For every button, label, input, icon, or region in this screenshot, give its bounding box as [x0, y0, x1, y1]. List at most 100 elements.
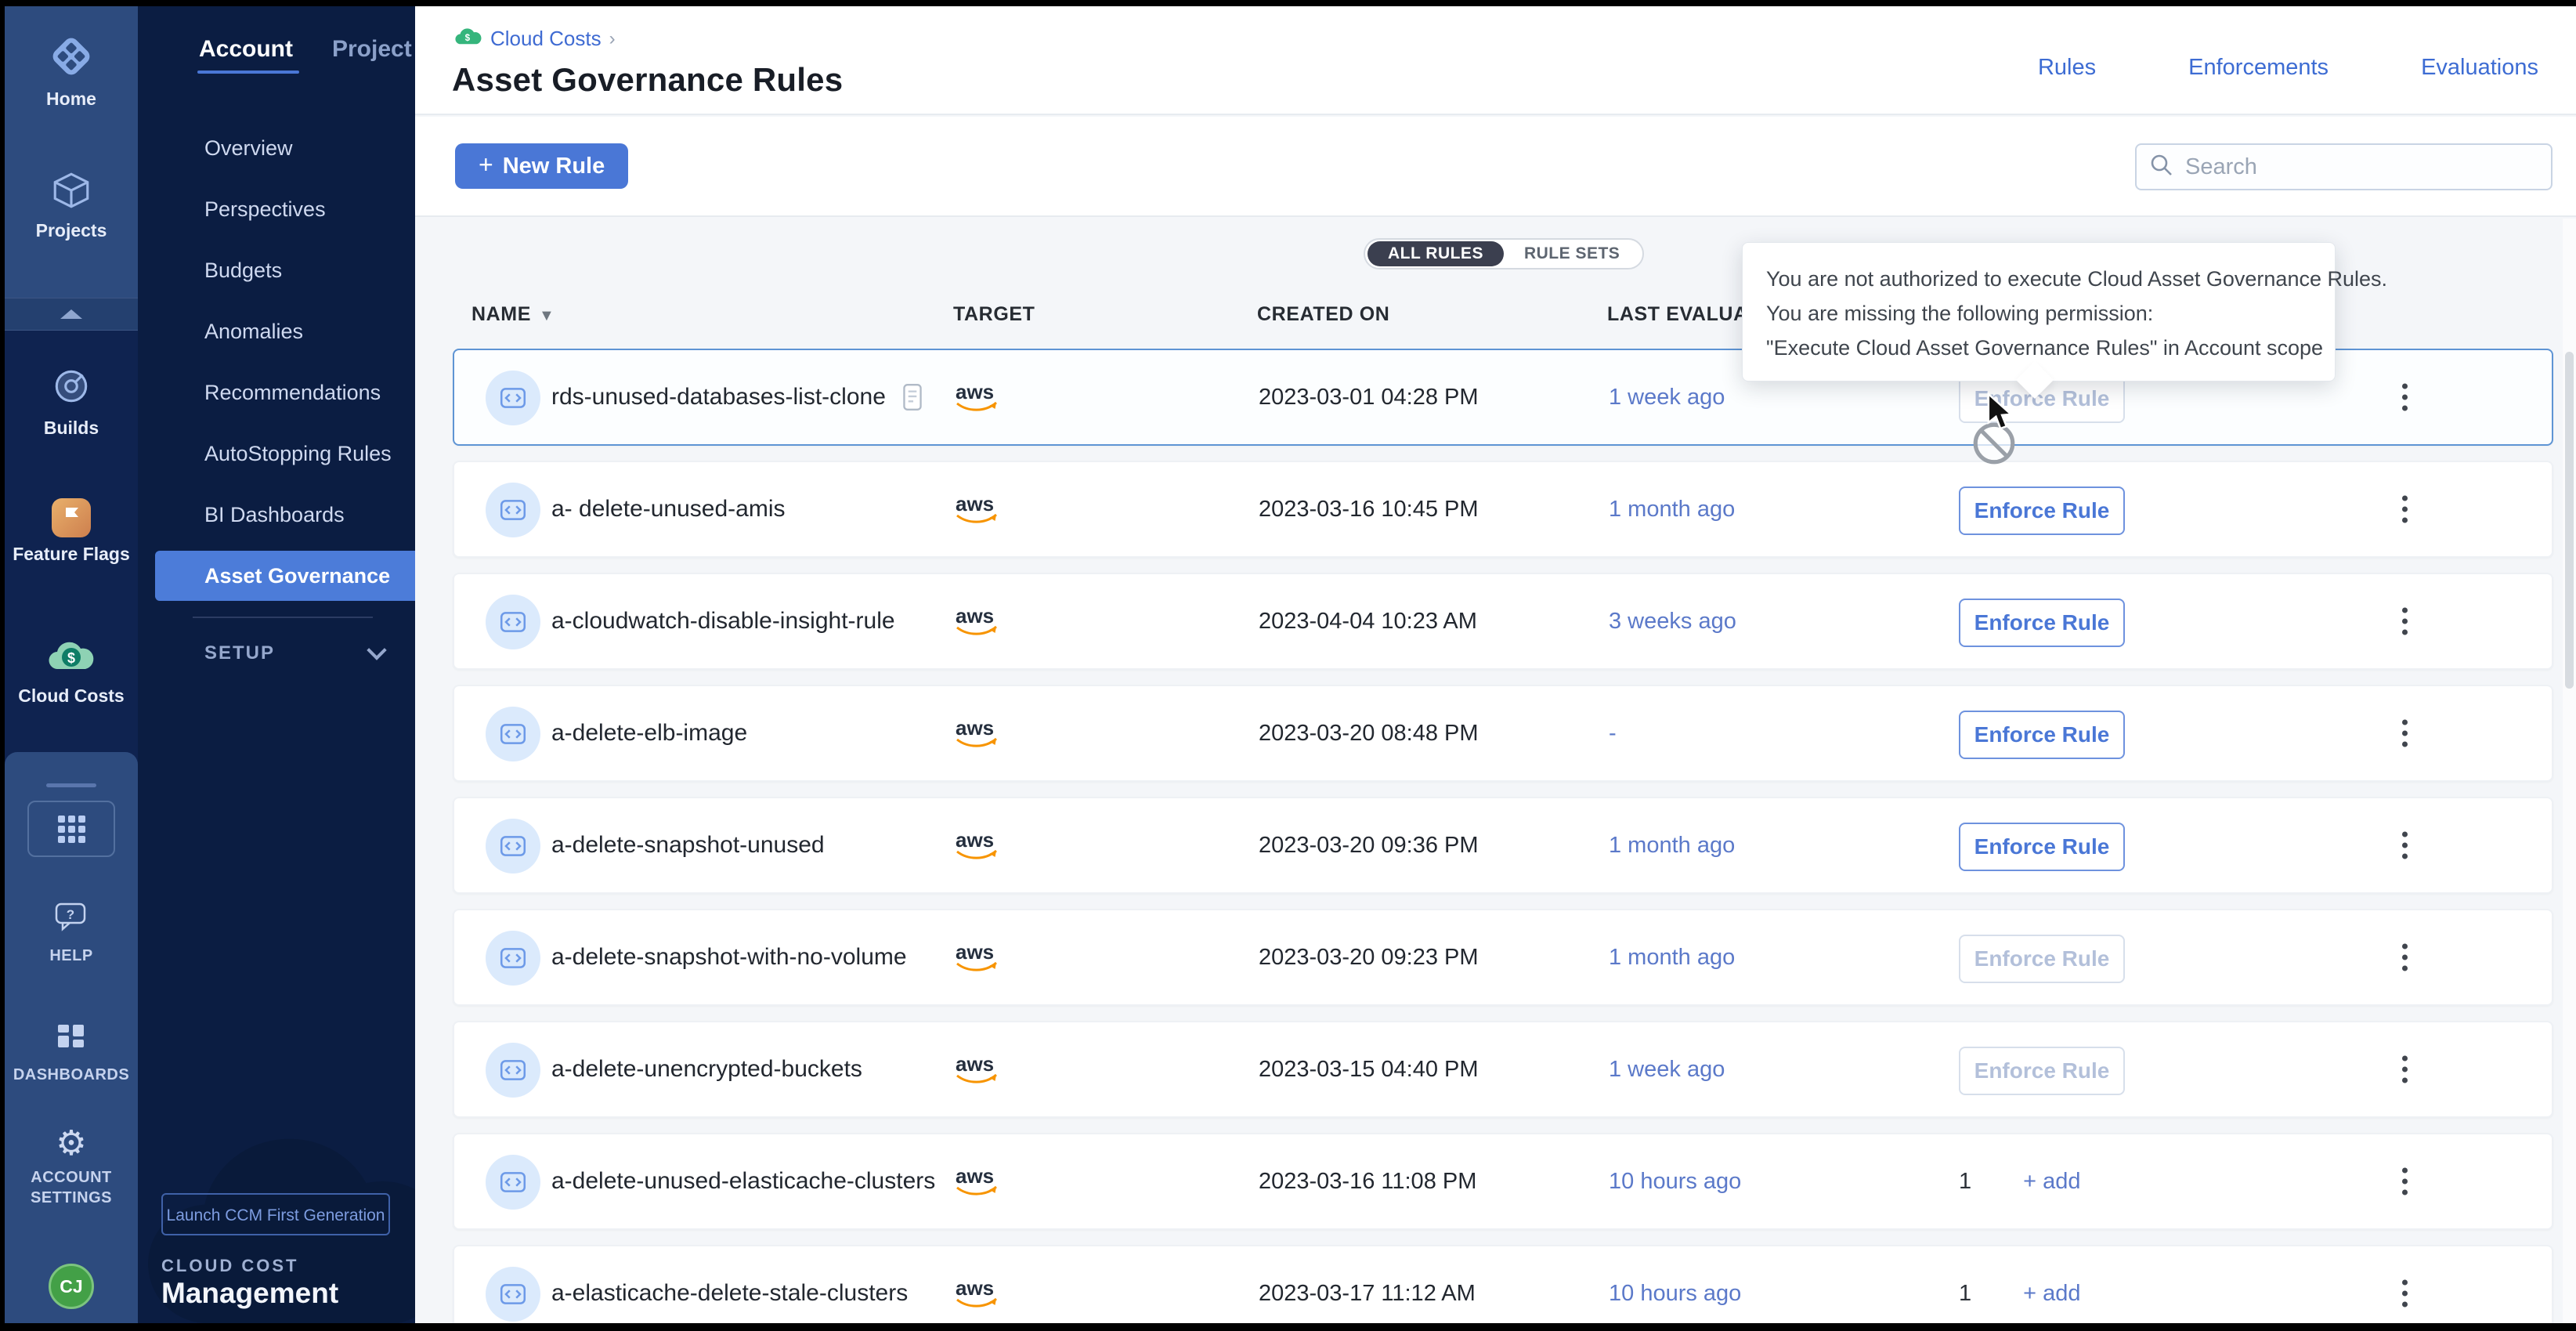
- tab-project[interactable]: Project: [332, 36, 412, 63]
- toggle-all-rules[interactable]: ALL RULES: [1367, 241, 1504, 266]
- nav-item-perspectives[interactable]: Perspectives: [138, 179, 415, 240]
- nav-item-anomalies[interactable]: Anomalies: [138, 301, 415, 362]
- chevron-down-icon: [367, 640, 386, 660]
- last-evaluation-cell[interactable]: 1 month ago: [1609, 798, 1735, 892]
- tooltip-line: You are not authorized to execute Cloud …: [1766, 262, 2311, 296]
- enforce-rule-button[interactable]: Enforce Rule: [1959, 486, 2125, 535]
- rule-name[interactable]: a-delete-snapshot-unused: [551, 798, 825, 892]
- sidebar-item-dashboards[interactable]: DASHBOARDS: [5, 1018, 138, 1085]
- column-header-name[interactable]: NAME▼: [471, 303, 555, 326]
- scrollbar-thumb[interactable]: [2565, 352, 2574, 689]
- rule-type-icon: [486, 1043, 540, 1098]
- sidebar-item-cloud-costs[interactable]: $ Cloud Costs: [5, 638, 138, 706]
- page-header: $ Cloud Costs › Asset Governance Rules R…: [415, 6, 2576, 115]
- sidebar-collapse-button[interactable]: [5, 298, 138, 331]
- nav-item-bi-dashboards[interactable]: BI Dashboards: [138, 484, 415, 545]
- sidebar-item-help[interactable]: ? HELP: [5, 899, 138, 966]
- table-row[interactable]: a- delete-unused-amis aws 2023-03-16 10:…: [453, 461, 2553, 558]
- nav-link-evaluations[interactable]: Evaluations: [2421, 55, 2538, 81]
- sidebar-item-home[interactable]: Home: [5, 34, 138, 109]
- last-evaluation-cell[interactable]: 3 weeks ago: [1609, 574, 1736, 668]
- sidebar-resize-handle[interactable]: [46, 783, 96, 787]
- sidebar-item-label: Projects: [36, 220, 107, 241]
- svg-text:?: ?: [67, 907, 74, 922]
- last-evaluation-cell[interactable]: 1 month ago: [1609, 910, 1735, 1004]
- last-evaluation-cell[interactable]: -: [1609, 686, 1617, 780]
- rule-type-icon: [486, 819, 540, 873]
- nav-link-enforcements[interactable]: Enforcements: [2188, 55, 2329, 81]
- nav-item-recommendations[interactable]: Recommendations: [138, 362, 415, 423]
- copy-icon[interactable]: [900, 382, 925, 412]
- toggle-rule-sets[interactable]: RULE SETS: [1504, 241, 1640, 266]
- row-menu-button[interactable]: [2394, 376, 2415, 419]
- last-evaluation-cell[interactable]: 1 month ago: [1609, 462, 1735, 556]
- enforce-rule-button[interactable]: Enforce Rule: [1959, 823, 2125, 871]
- table-row[interactable]: a-elasticache-delete-stale-clusters aws …: [453, 1245, 2553, 1323]
- row-menu-button[interactable]: [2394, 488, 2415, 531]
- enforcement-count[interactable]: 1: [1959, 1169, 1971, 1195]
- search-icon: [2149, 153, 2174, 182]
- toolbar: + New Rule: [415, 117, 2576, 217]
- module-selector-button[interactable]: [27, 801, 115, 857]
- breadcrumb[interactable]: $ Cloud Costs ›: [454, 26, 616, 52]
- rule-name[interactable]: a-delete-snapshot-with-no-volume: [551, 910, 907, 1004]
- nav-menu: Overview Perspectives Budgets Anomalies …: [138, 118, 415, 606]
- home-icon: [49, 34, 93, 82]
- add-enforcement-link[interactable]: +add: [2023, 1281, 2080, 1307]
- enforce-rule-button[interactable]: Enforce Rule: [1959, 599, 2125, 647]
- nav-item-overview[interactable]: Overview: [138, 118, 415, 179]
- last-evaluation-cell[interactable]: 10 hours ago: [1609, 1246, 1741, 1323]
- row-menu-button[interactable]: [2394, 936, 2415, 979]
- search-input[interactable]: [2185, 154, 2538, 180]
- plus-icon: +: [2023, 1169, 2036, 1195]
- user-avatar[interactable]: CJ: [49, 1264, 94, 1309]
- new-rule-button[interactable]: + New Rule: [455, 143, 628, 189]
- nav-link-rules[interactable]: Rules: [2038, 55, 2096, 81]
- enforce-rule-button[interactable]: Enforce Rule: [1959, 1047, 2125, 1095]
- table-row[interactable]: a-delete-snapshot-unused aws 2023-03-20 …: [453, 797, 2553, 894]
- row-menu-button[interactable]: [2394, 712, 2415, 755]
- aws-logo-icon: aws: [948, 1275, 1003, 1311]
- tab-account[interactable]: Account: [199, 36, 293, 63]
- enforce-rule-button[interactable]: Enforce Rule: [1959, 935, 2125, 983]
- rule-name[interactable]: a-delete-elb-image: [551, 686, 747, 780]
- table-row[interactable]: a-delete-unused-elasticache-clusters aws…: [453, 1133, 2553, 1230]
- aws-logo-icon: aws: [948, 379, 1003, 415]
- rule-name[interactable]: a-elasticache-delete-stale-clusters: [551, 1246, 908, 1323]
- nav-item-asset-governance[interactable]: Asset Governance: [155, 551, 415, 601]
- sidebar-item-account-settings[interactable]: ⚙ ACCOUNT SETTINGS: [5, 1127, 138, 1208]
- rule-name[interactable]: a-delete-unused-elasticache-clusters: [551, 1134, 935, 1228]
- breadcrumb-link[interactable]: Cloud Costs: [490, 27, 602, 51]
- last-evaluation-cell[interactable]: 1 week ago: [1609, 350, 1725, 444]
- sidebar-item-builds[interactable]: Builds: [5, 365, 138, 438]
- row-menu-button[interactable]: [2394, 1272, 2415, 1315]
- table-row[interactable]: a-delete-elb-image aws 2023-03-20 08:48 …: [453, 685, 2553, 782]
- enforcements-cell: 1 +add: [1959, 1246, 2080, 1323]
- table-row[interactable]: a-delete-unencrypted-buckets aws 2023-03…: [453, 1021, 2553, 1118]
- nav-item-autostopping-rules[interactable]: AutoStopping Rules: [138, 423, 415, 484]
- rule-name[interactable]: a- delete-unused-amis: [551, 462, 786, 556]
- scrollbar-track[interactable]: [2563, 219, 2576, 1323]
- add-enforcement-link[interactable]: +add: [2023, 1169, 2080, 1195]
- sidebar-item-feature-flags[interactable]: Feature Flags: [5, 498, 138, 564]
- rule-name[interactable]: a-cloudwatch-disable-insight-rule: [551, 574, 895, 668]
- rule-name[interactable]: rds-unused-databases-list-clone: [551, 350, 925, 444]
- enforcement-count[interactable]: 1: [1959, 1281, 1971, 1307]
- table-row[interactable]: a-delete-snapshot-with-no-volume aws 202…: [453, 909, 2553, 1006]
- row-menu-button[interactable]: [2394, 824, 2415, 867]
- table-row[interactable]: a-cloudwatch-disable-insight-rule aws 20…: [453, 573, 2553, 670]
- target-cell: aws: [948, 1134, 1003, 1228]
- launch-ccm-first-gen-button[interactable]: Launch CCM First Generation: [161, 1193, 390, 1235]
- last-evaluation-cell[interactable]: 1 week ago: [1609, 1022, 1725, 1116]
- enforce-rule-button[interactable]: Enforce Rule: [1959, 711, 2125, 759]
- sidebar-item-projects[interactable]: Projects: [5, 171, 138, 241]
- row-menu-button[interactable]: [2394, 1160, 2415, 1203]
- nav-item-budgets[interactable]: Budgets: [138, 240, 415, 301]
- row-menu-button[interactable]: [2394, 1048, 2415, 1091]
- target-cell: aws: [948, 574, 1003, 668]
- setup-section-toggle[interactable]: SETUP: [204, 642, 384, 664]
- rule-name[interactable]: a-delete-unencrypted-buckets: [551, 1022, 862, 1116]
- created-on-cell: 2023-03-20 09:36 PM: [1259, 798, 1479, 892]
- row-menu-button[interactable]: [2394, 600, 2415, 643]
- last-evaluation-cell[interactable]: 10 hours ago: [1609, 1134, 1741, 1228]
